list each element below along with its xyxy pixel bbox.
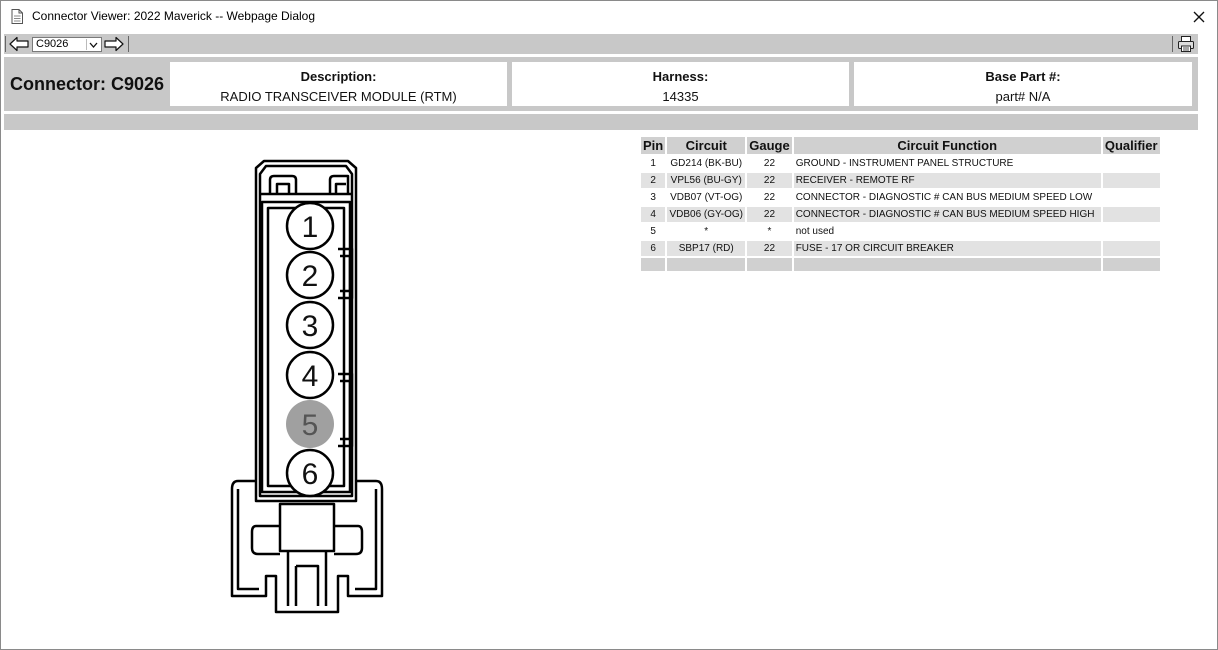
base-part-value: part# N/A xyxy=(995,89,1051,104)
gauge-cell: 22 xyxy=(747,241,792,256)
separator-band xyxy=(4,114,1198,130)
column-header-gauge[interactable]: Gauge xyxy=(747,137,792,154)
gauge-cell: 22 xyxy=(747,173,792,188)
harness-value: 14335 xyxy=(662,89,699,104)
qualifier-cell xyxy=(1102,207,1160,222)
pin-number-4: 4 xyxy=(302,360,319,393)
table-row[interactable]: 1 GD214 (BK-BU) 22 GROUND - INSTRUMENT P… xyxy=(641,156,1160,171)
connector-select-value: C9026 xyxy=(36,38,69,50)
gauge-cell: 22 xyxy=(747,207,792,222)
description-value: RADIO TRANSCEIVER MODULE (RTM) xyxy=(220,89,457,104)
function-cell: FUSE - 17 OR CIRCUIT BREAKER xyxy=(793,241,1101,256)
dialog-window: Connector Viewer: 2022 Maverick -- Webpa… xyxy=(0,0,1218,650)
table-footer-row xyxy=(641,258,1160,271)
table-header-row: Pin Circuit Gauge Circuit Function Quali… xyxy=(641,137,1160,154)
connector-title: Connector: C9026 xyxy=(10,74,165,94)
arrow-right-icon xyxy=(104,36,124,52)
function-cell: not used xyxy=(795,226,835,237)
connector-select[interactable]: C9026 xyxy=(32,37,102,52)
toolbar: C9026 xyxy=(4,34,1198,54)
table-row[interactable]: 3 VDB07 (VT-OG) 22 CONNECTOR - DIAGNOSTI… xyxy=(641,190,1160,205)
function-cell: GROUND - INSTRUMENT PANEL STRUCTURE xyxy=(795,158,1014,169)
description-label: Description: xyxy=(300,69,377,84)
description-box: Description: RADIO TRANSCEIVER MODULE (R… xyxy=(170,62,507,106)
qualifier-cell xyxy=(1103,156,1160,171)
chevron-down-icon xyxy=(86,39,100,50)
base-part-label: Base Part #: xyxy=(985,69,1061,84)
column-header-qualifier[interactable]: Qualifier xyxy=(1102,137,1160,154)
document-icon xyxy=(11,9,23,24)
table-row[interactable]: 5 * * not used xyxy=(641,224,1160,239)
qualifier-cell xyxy=(1102,241,1160,256)
window-title: Connector Viewer: 2022 Maverick -- Webpa… xyxy=(32,9,316,23)
harness-box: Harness: 14335 xyxy=(512,62,849,106)
close-icon xyxy=(1193,11,1205,23)
column-header-pin[interactable]: Pin xyxy=(641,137,666,154)
circuit-cell: VDB07 (VT-OG) xyxy=(670,192,743,203)
pin-cell: 1 xyxy=(650,158,656,169)
toolbar-separator xyxy=(128,36,129,52)
function-cell: RECEIVER - REMOTE RF xyxy=(793,173,1101,188)
arrow-left-icon xyxy=(9,36,29,52)
table-row[interactable]: 4 VDB06 (GY-OG) 22 CONNECTOR - DIAGNOSTI… xyxy=(641,207,1160,222)
pin-cell: 6 xyxy=(641,241,666,256)
gauge-cell: 22 xyxy=(763,192,776,203)
qualifier-cell xyxy=(1103,190,1160,205)
base-part-box: Base Part #: part# N/A xyxy=(854,62,1192,106)
pin-number-5: 5 xyxy=(302,409,319,442)
previous-connector-button[interactable] xyxy=(8,34,30,54)
circuit-cell: GD214 (BK-BU) xyxy=(670,158,743,169)
pin-number-1: 1 xyxy=(302,211,319,244)
title-bar: Connector Viewer: 2022 Maverick -- Webpa… xyxy=(1,1,1217,33)
pin-cell: 4 xyxy=(641,207,666,222)
function-cell: CONNECTOR - DIAGNOSTIC # CAN BUS MEDIUM … xyxy=(793,207,1101,222)
circuit-cell: VDB06 (GY-OG) xyxy=(667,207,746,222)
next-connector-button[interactable] xyxy=(103,34,125,54)
pin-cell: 5 xyxy=(650,226,656,237)
pin-cell: 2 xyxy=(641,173,666,188)
print-button[interactable] xyxy=(1177,35,1195,53)
table-row[interactable]: 2 VPL56 (BU-GY) 22 RECEIVER - REMOTE RF xyxy=(641,173,1160,188)
pin-table: Pin Circuit Gauge Circuit Function Quali… xyxy=(639,135,1162,273)
pin-cell: 3 xyxy=(650,192,656,203)
qualifier-cell xyxy=(1103,224,1160,239)
column-header-circuit-function[interactable]: Circuit Function xyxy=(793,137,1101,154)
gauge-cell: * xyxy=(767,226,772,237)
circuit-cell: SBP17 (RD) xyxy=(667,241,746,256)
toolbar-separator xyxy=(5,36,6,52)
printer-icon xyxy=(1178,36,1194,52)
circuit-cell: * xyxy=(704,226,709,237)
column-header-circuit[interactable]: Circuit xyxy=(667,137,746,154)
toolbar-separator xyxy=(1172,36,1173,52)
qualifier-cell xyxy=(1102,173,1160,188)
pin-number-6: 6 xyxy=(302,458,319,491)
pin-number-2: 2 xyxy=(302,260,319,293)
table-row[interactable]: 6 SBP17 (RD) 22 FUSE - 17 OR CIRCUIT BRE… xyxy=(641,241,1160,256)
pin-number-3: 3 xyxy=(302,310,319,343)
close-button[interactable] xyxy=(1187,5,1211,29)
gauge-cell: 22 xyxy=(763,158,776,169)
connector-header: Connector: C9026 Description: RADIO TRAN… xyxy=(4,57,1198,111)
harness-label: Harness: xyxy=(652,69,709,84)
function-cell: CONNECTOR - DIAGNOSTIC # CAN BUS MEDIUM … xyxy=(795,192,1093,203)
circuit-cell: VPL56 (BU-GY) xyxy=(667,173,746,188)
connector-face-diagram: 1 2 3 4 5 6 xyxy=(230,159,384,614)
